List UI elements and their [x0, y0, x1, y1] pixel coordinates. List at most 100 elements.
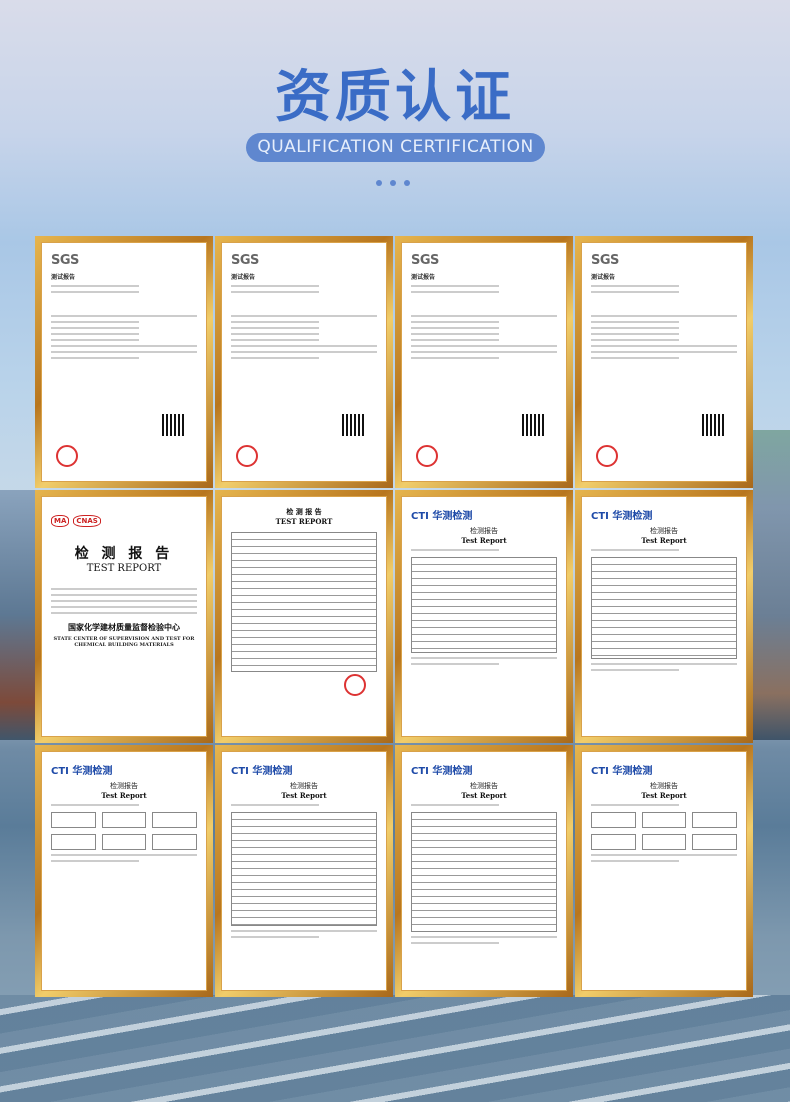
report-title-en: Test Report	[101, 791, 147, 800]
cti-logo: CTI 华测检测	[411, 511, 473, 522]
certificate-frame[interactable]: CTI 华测检测 检测报告 Test Report	[215, 745, 393, 997]
text-line	[231, 930, 377, 932]
certificate-frame[interactable]: SGS 测试报告	[35, 236, 213, 488]
text-line	[411, 657, 557, 659]
certification-logos: MA CNAS	[51, 515, 197, 527]
certificate-document: MA CNAS 检 测 报 告 TEST REPORT 国家化学建材质量监督检验中心 ST…	[41, 496, 207, 737]
text-line	[231, 315, 377, 317]
text-line	[51, 291, 139, 293]
text-line	[591, 357, 679, 359]
sgs-logo: SGS	[411, 253, 439, 268]
text-line	[591, 285, 679, 287]
sgs-logo: SGS	[51, 253, 79, 268]
text-line	[51, 600, 197, 602]
certificate-frame[interactable]: 检 测 报 告 TEST REPORT	[215, 490, 393, 743]
red-seal	[416, 445, 438, 467]
report-title-cn: 检测报告	[470, 782, 498, 790]
report-heading: 测试报告	[411, 274, 436, 281]
certificate-frame[interactable]: CTI 华测检测检测报告 Test Report	[35, 745, 213, 997]
certificate-frame[interactable]: MA CNAS 检 测 报 告 TEST REPORT 国家化学建材质量监督检验中心 ST…	[35, 490, 213, 743]
certificate-frame[interactable]: CTI 华测检测 检测报告 Test Report	[395, 745, 573, 997]
text-line	[591, 854, 737, 856]
red-seal	[596, 445, 618, 467]
text-line	[411, 345, 557, 347]
issuer-cn: 国家化学建材质量监督检验中心	[68, 623, 180, 632]
text-line	[51, 606, 197, 608]
text-line	[411, 549, 499, 551]
issuer-en: STATE CENTER OF SUPERVISION AND TEST FOR…	[53, 636, 195, 648]
report-title-cn: 检测报告	[650, 782, 678, 790]
text-line	[591, 351, 737, 353]
report-title-en: TEST REPORT	[86, 563, 162, 574]
sgs-logo: SGS	[591, 253, 619, 268]
text-line	[591, 549, 679, 551]
cti-logo: CTI 华测检测	[591, 511, 653, 522]
report-title-en: Test Report	[461, 791, 507, 800]
text-line	[591, 327, 679, 329]
text-line	[231, 327, 319, 329]
report-title-cn: 检 测 报 告	[286, 507, 322, 516]
report-title-cn: 检测报告	[470, 527, 498, 535]
text-line	[591, 345, 737, 347]
report-title-cn: 检测报告	[650, 527, 678, 535]
text-line	[51, 285, 139, 287]
decorative-dots	[376, 180, 410, 186]
certificate-frame[interactable]: SGS 测试报告	[215, 236, 393, 488]
sgs-logo: SGS	[231, 253, 259, 268]
report-heading: 测试报告	[231, 274, 256, 281]
cti-logo: CTI 华测检测	[591, 766, 653, 777]
certificate-document: CTI 华测检测 检测报告 Test Report	[401, 751, 567, 991]
cti-logo: CTI 华测检测	[51, 766, 113, 777]
certificate-frame[interactable]: SGS 测试报告	[575, 236, 753, 488]
text-line	[591, 333, 679, 335]
report-title-en: Test Report	[281, 791, 327, 800]
certificate-document: CTI 华测检测 检测报告 Test Report	[221, 751, 387, 991]
report-title-cn: 检 测 报 告	[74, 546, 174, 562]
text-line	[591, 315, 737, 317]
page-title: 资质认证	[275, 65, 515, 130]
report-table	[591, 557, 737, 659]
text-line	[231, 936, 319, 938]
certificate-document: CTI 华测检测 检测报告 Test Report	[401, 496, 567, 737]
text-line	[51, 351, 197, 353]
cert-logo: CNAS	[73, 515, 101, 527]
certificate-frame[interactable]: CTI 华测检测检测报告 Test Report	[575, 745, 753, 997]
certificate-document: SGS 测试报告	[581, 242, 747, 482]
flowchart	[51, 812, 197, 850]
cert-logo: MA	[51, 515, 70, 527]
text-line	[231, 291, 319, 293]
cti-logo: CTI 华测检测	[231, 766, 293, 777]
certificate-document: SGS 测试报告	[41, 242, 207, 482]
city-skyline-left	[0, 490, 40, 740]
certificate-document: SGS 测试报告	[401, 242, 567, 482]
report-title-cn: 检测报告	[110, 782, 138, 790]
ice-sea-background	[0, 995, 790, 1102]
text-line	[231, 357, 319, 359]
text-line	[231, 804, 319, 806]
text-line	[231, 351, 377, 353]
text-line	[51, 854, 197, 856]
text-line	[411, 936, 557, 938]
certificate-frame[interactable]: CTI 华测检测 检测报告 Test Report	[395, 490, 573, 743]
qr-code	[162, 414, 184, 436]
text-line	[231, 339, 319, 341]
text-line	[411, 351, 557, 353]
text-line	[231, 285, 319, 287]
text-line	[51, 804, 139, 806]
report-table	[411, 812, 557, 932]
text-line	[231, 321, 319, 323]
text-line	[411, 285, 499, 287]
text-line	[51, 357, 139, 359]
qr-code	[522, 414, 544, 436]
certificate-frame[interactable]: CTI 华测检测 检测报告 Test Report	[575, 490, 753, 743]
text-line	[231, 345, 377, 347]
page-subtitle: QUALIFICATION CERTIFICATION	[246, 133, 545, 162]
text-line	[231, 333, 319, 335]
text-line	[411, 357, 499, 359]
text-line	[591, 321, 679, 323]
certificate-frame[interactable]: SGS 测试报告	[395, 236, 573, 488]
report-title-en: Test Report	[641, 791, 687, 800]
text-line	[411, 291, 499, 293]
certificate-document: SGS 测试报告	[221, 242, 387, 482]
text-line	[51, 612, 197, 614]
